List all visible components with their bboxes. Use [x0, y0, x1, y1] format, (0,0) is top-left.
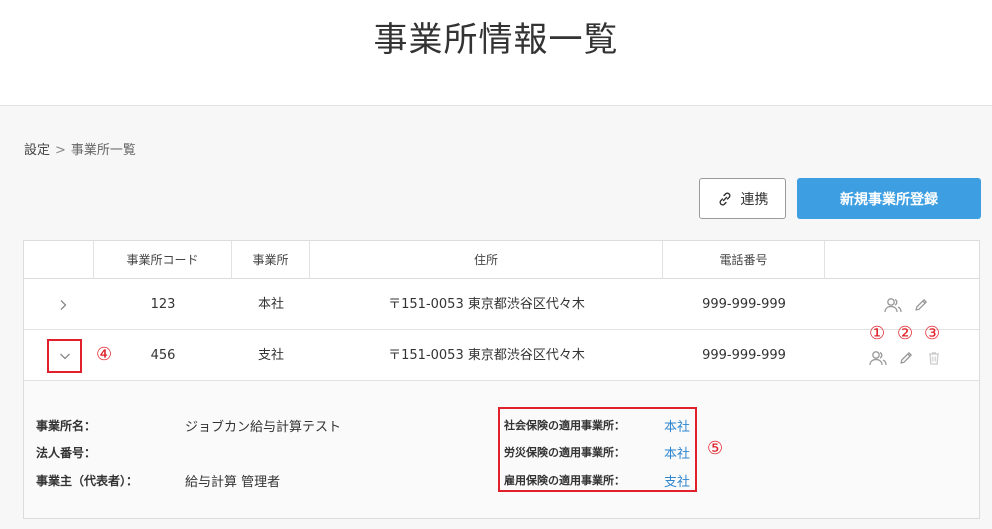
- pencil-icon: [900, 351, 912, 364]
- edit-button[interactable]: [895, 347, 917, 369]
- breadcrumb: 設定 > 事業所一覧: [24, 139, 136, 158]
- office-name-value: ジョブカン給与計算テスト: [185, 420, 342, 435]
- link-icon: [719, 192, 730, 205]
- members-button[interactable]: [882, 294, 904, 316]
- new-office-button[interactable]: 新規事業所登録: [797, 178, 981, 219]
- owner-value: 給与計算 管理者: [185, 475, 281, 490]
- cell-office: 支社: [257, 348, 284, 363]
- annotation-5: ⑤: [707, 438, 724, 459]
- workers-comp-link[interactable]: 本社: [664, 443, 690, 462]
- workers-comp-label: 労災保険の適用事業所：: [504, 446, 625, 459]
- expand-toggle[interactable]: [50, 294, 76, 316]
- link-button[interactable]: 連携: [699, 178, 786, 219]
- header-office: 事業所: [232, 241, 310, 279]
- cell-office: 本社: [257, 297, 284, 312]
- header-phone: 電話番号: [663, 241, 825, 279]
- office-name-label: 事業所名：: [36, 419, 97, 433]
- trash-icon: [929, 351, 939, 365]
- chevron-right-icon: [60, 300, 67, 310]
- table-header: 事業所コード 事業所 住所 電話番号: [24, 241, 979, 279]
- collapse-toggle[interactable]: [47, 339, 82, 373]
- table-row: ④ 456 支社 〒151-0053 東京都渋谷区代々木 999-999-999…: [24, 324, 979, 383]
- cell-code: 456: [150, 348, 176, 363]
- link-button-label: 連携: [740, 190, 769, 207]
- cell-address: 〒151-0053 東京都渋谷区代々木: [388, 297, 585, 312]
- header-actions: [825, 241, 979, 279]
- cell-code: 123: [150, 297, 176, 312]
- cell-phone: 999-999-999: [702, 348, 786, 363]
- users-icon: [869, 350, 887, 365]
- breadcrumb-current: 事業所一覧: [70, 143, 136, 158]
- cell-address: 〒151-0053 東京都渋谷区代々木: [388, 348, 585, 363]
- employment-label: 雇用保険の適用事業所：: [504, 474, 625, 487]
- edit-button[interactable]: [910, 294, 932, 316]
- users-icon: [884, 297, 902, 312]
- insurance-office-box: 社会保険の適用事業所： 本社 労災保険の適用事業所： 本社 雇用保険の適用事業所…: [498, 407, 697, 492]
- chevron-down-icon: [59, 353, 70, 360]
- pencil-icon: [915, 298, 927, 311]
- owner-label: 事業主（代表者）：: [36, 474, 139, 488]
- page-title: 事業所情報一覧: [373, 20, 619, 60]
- employment-link[interactable]: 支社: [664, 471, 690, 490]
- cell-phone: 999-999-999: [702, 297, 786, 312]
- delete-button[interactable]: [923, 347, 945, 369]
- social-insurance-label: 社会保険の適用事業所：: [504, 419, 625, 432]
- members-button[interactable]: [867, 347, 889, 369]
- header-code: 事業所コード: [94, 241, 232, 279]
- breadcrumb-settings-link[interactable]: 設定: [24, 143, 50, 158]
- header: 事業所情報一覧: [0, 0, 992, 106]
- corp-number-label: 法人番号：: [36, 446, 97, 460]
- social-insurance-link[interactable]: 本社: [664, 416, 690, 435]
- header-address: 住所: [310, 241, 663, 279]
- table-row: 123 本社 〒151-0053 東京都渋谷区代々木 999-999-999: [24, 279, 979, 330]
- office-detail-panel: 事業所名： ジョブカン給与計算テスト 法人番号： 事業主（代表者）： 給与計算 …: [24, 381, 979, 518]
- breadcrumb-separator: >: [55, 143, 66, 158]
- header-expand-col: [24, 241, 94, 279]
- row-actions: [867, 332, 945, 383]
- office-table: 事業所コード 事業所 住所 電話番号 123 本社 〒151-0053 東京都渋…: [23, 240, 980, 519]
